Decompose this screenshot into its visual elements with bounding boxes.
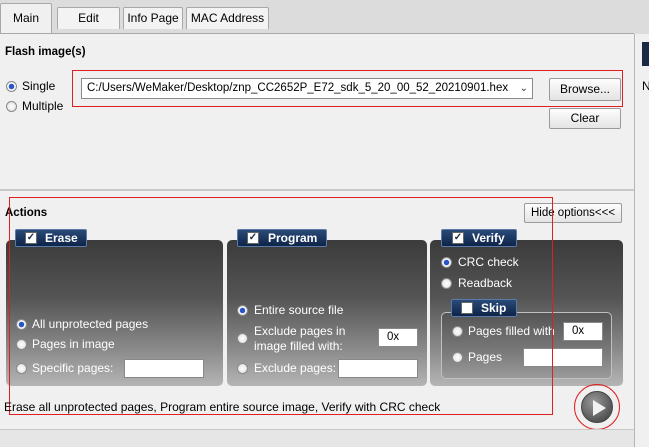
highlight-actions bbox=[9, 197, 553, 415]
flash-image-title: Flash image(s) bbox=[5, 46, 86, 58]
single-label: Single bbox=[22, 79, 56, 93]
status-bar bbox=[0, 429, 634, 447]
tab-info-page-label: Info Page bbox=[127, 11, 179, 25]
tab-info-page[interactable]: Info Page bbox=[123, 7, 183, 29]
clear-button[interactable]: Clear bbox=[549, 108, 621, 129]
side-panel-header bbox=[642, 42, 649, 66]
skip-filled-input[interactable]: 0x bbox=[563, 322, 603, 341]
tab-mac-address-label: MAC Address bbox=[190, 11, 265, 25]
tab-bar: Main Edit Info Page MAC Address bbox=[0, 0, 649, 34]
tab-main[interactable]: Main bbox=[0, 3, 52, 33]
actions-summary-text: Erase all unprotected pages, Program ent… bbox=[4, 400, 441, 414]
play-icon bbox=[593, 400, 606, 416]
side-panel bbox=[634, 34, 649, 447]
play-button[interactable] bbox=[581, 391, 613, 423]
multiple-label: Multiple bbox=[22, 99, 64, 113]
tab-edit[interactable]: Edit bbox=[57, 7, 120, 29]
highlight-flash-row bbox=[72, 70, 623, 107]
multiple-radio[interactable] bbox=[6, 101, 17, 112]
tab-edit-label: Edit bbox=[78, 11, 99, 25]
side-panel-letter: N bbox=[642, 79, 649, 93]
flash-image-panel bbox=[0, 34, 634, 190]
tab-mac-address[interactable]: MAC Address bbox=[186, 7, 269, 29]
single-radio[interactable] bbox=[6, 81, 17, 92]
tab-main-label: Main bbox=[12, 11, 39, 25]
